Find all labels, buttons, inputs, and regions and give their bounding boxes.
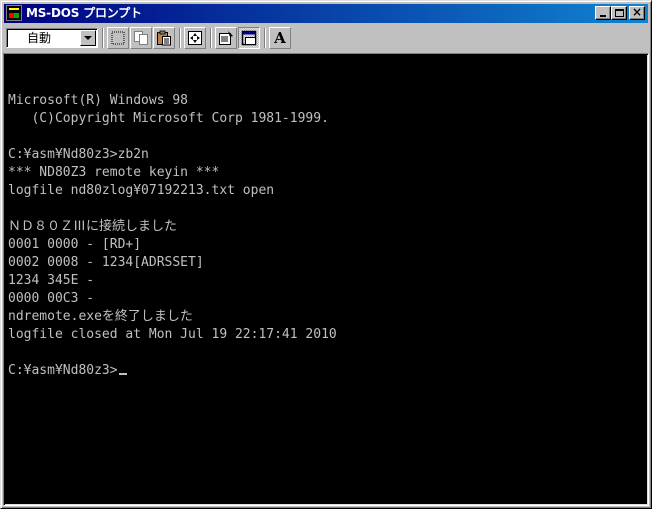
- console-line: ＮＤ８０ＺⅢに接続しました: [8, 218, 646, 236]
- toolbar-separator: [179, 28, 181, 48]
- minimize-button[interactable]: [595, 6, 611, 20]
- mark-button[interactable]: [107, 27, 129, 49]
- console-line: C:¥asm¥Nd80z3>zb2n: [8, 146, 646, 164]
- console-line: (C)Copyright Microsoft Corp 1981-1999.: [8, 110, 646, 128]
- console-line-text: ＮＤ８０ＺⅢに接続しました: [8, 219, 178, 234]
- properties-icon: [219, 31, 233, 45]
- console-line-text: *** ND80Z3 remote keyin ***: [8, 165, 220, 180]
- text-cursor: [118, 373, 127, 375]
- console-line: logfile nd80zlog¥07192213.txt open: [8, 182, 646, 200]
- maximize-icon: [615, 9, 624, 17]
- toolbar-separator: [102, 28, 104, 48]
- background-button[interactable]: [238, 27, 260, 49]
- fullscreen-button[interactable]: [184, 27, 206, 49]
- background-icon: [241, 30, 257, 46]
- mark-icon: [111, 31, 125, 45]
- font-icon: A: [274, 29, 286, 47]
- title-bar[interactable]: MS-DOS プロンプト ×: [4, 4, 648, 23]
- console-line: 0001 0000 - [RD+]: [8, 236, 646, 254]
- font-size-value: 自動: [27, 31, 52, 45]
- console-line-text: C:¥asm¥Nd80z3>zb2n: [8, 147, 149, 162]
- console-line: 0000 00C3 -: [8, 290, 646, 308]
- properties-button[interactable]: [215, 27, 237, 49]
- console-line-text: 1234 345E -: [8, 273, 95, 288]
- paste-icon: [157, 30, 171, 46]
- console-line-text: (C)Copyright Microsoft Corp 1981-1999.: [8, 111, 329, 126]
- console-frame: Microsoft(R) Windows 98 (C)Copyright Mic…: [3, 53, 649, 506]
- console-line: *** ND80Z3 remote keyin ***: [8, 164, 646, 182]
- paste-button[interactable]: [153, 27, 175, 49]
- ms-dos-icon[interactable]: [6, 5, 22, 21]
- maximize-button[interactable]: [611, 6, 627, 20]
- chevron-down-icon[interactable]: [80, 30, 96, 46]
- console-output[interactable]: Microsoft(R) Windows 98 (C)Copyright Mic…: [8, 56, 646, 503]
- command-prompt: C:¥asm¥Nd80z3>: [8, 362, 646, 380]
- copy-button[interactable]: [130, 27, 152, 49]
- console-line-text: ndremote.exeを終了しました: [8, 309, 193, 324]
- close-icon: ×: [631, 5, 643, 19]
- console-line: logfile closed at Mon Jul 19 22:17:41 20…: [8, 326, 646, 344]
- console-line-text: 0000 00C3 -: [8, 291, 95, 306]
- font-button[interactable]: A: [269, 27, 291, 49]
- copy-icon: [134, 31, 148, 45]
- console-line-text: C:¥asm¥Nd80z3>: [8, 363, 118, 378]
- toolbar-separator: [210, 28, 212, 48]
- toolbar: 自動 A: [4, 25, 648, 51]
- console-line-text: 0001 0000 - [RD+]: [8, 237, 142, 252]
- close-button[interactable]: ×: [629, 5, 645, 20]
- console-line-text: Microsoft(R) Windows 98: [8, 93, 189, 108]
- console-line: 1234 345E -: [8, 272, 646, 290]
- console-line-text: logfile closed at Mon Jul 19 22:17:41 20…: [8, 327, 337, 342]
- console-line: ndremote.exeを終了しました: [8, 308, 646, 326]
- window-title: MS-DOS プロンプト: [26, 6, 142, 20]
- minimize-icon: [600, 15, 606, 17]
- ms-dos-window: MS-DOS プロンプト × 自動 A Microsoft(R) Windows…: [0, 0, 652, 509]
- toolbar-separator: [264, 28, 266, 48]
- console-line: 0002 0008 - 1234[ADRSSET]: [8, 254, 646, 272]
- font-size-select[interactable]: 自動: [6, 28, 98, 48]
- fullscreen-icon: [188, 31, 202, 45]
- console-line: Microsoft(R) Windows 98: [8, 92, 646, 110]
- console-line-text: logfile nd80zlog¥07192213.txt open: [8, 183, 275, 198]
- console-line-text: 0002 0008 - 1234[ADRSSET]: [8, 255, 204, 270]
